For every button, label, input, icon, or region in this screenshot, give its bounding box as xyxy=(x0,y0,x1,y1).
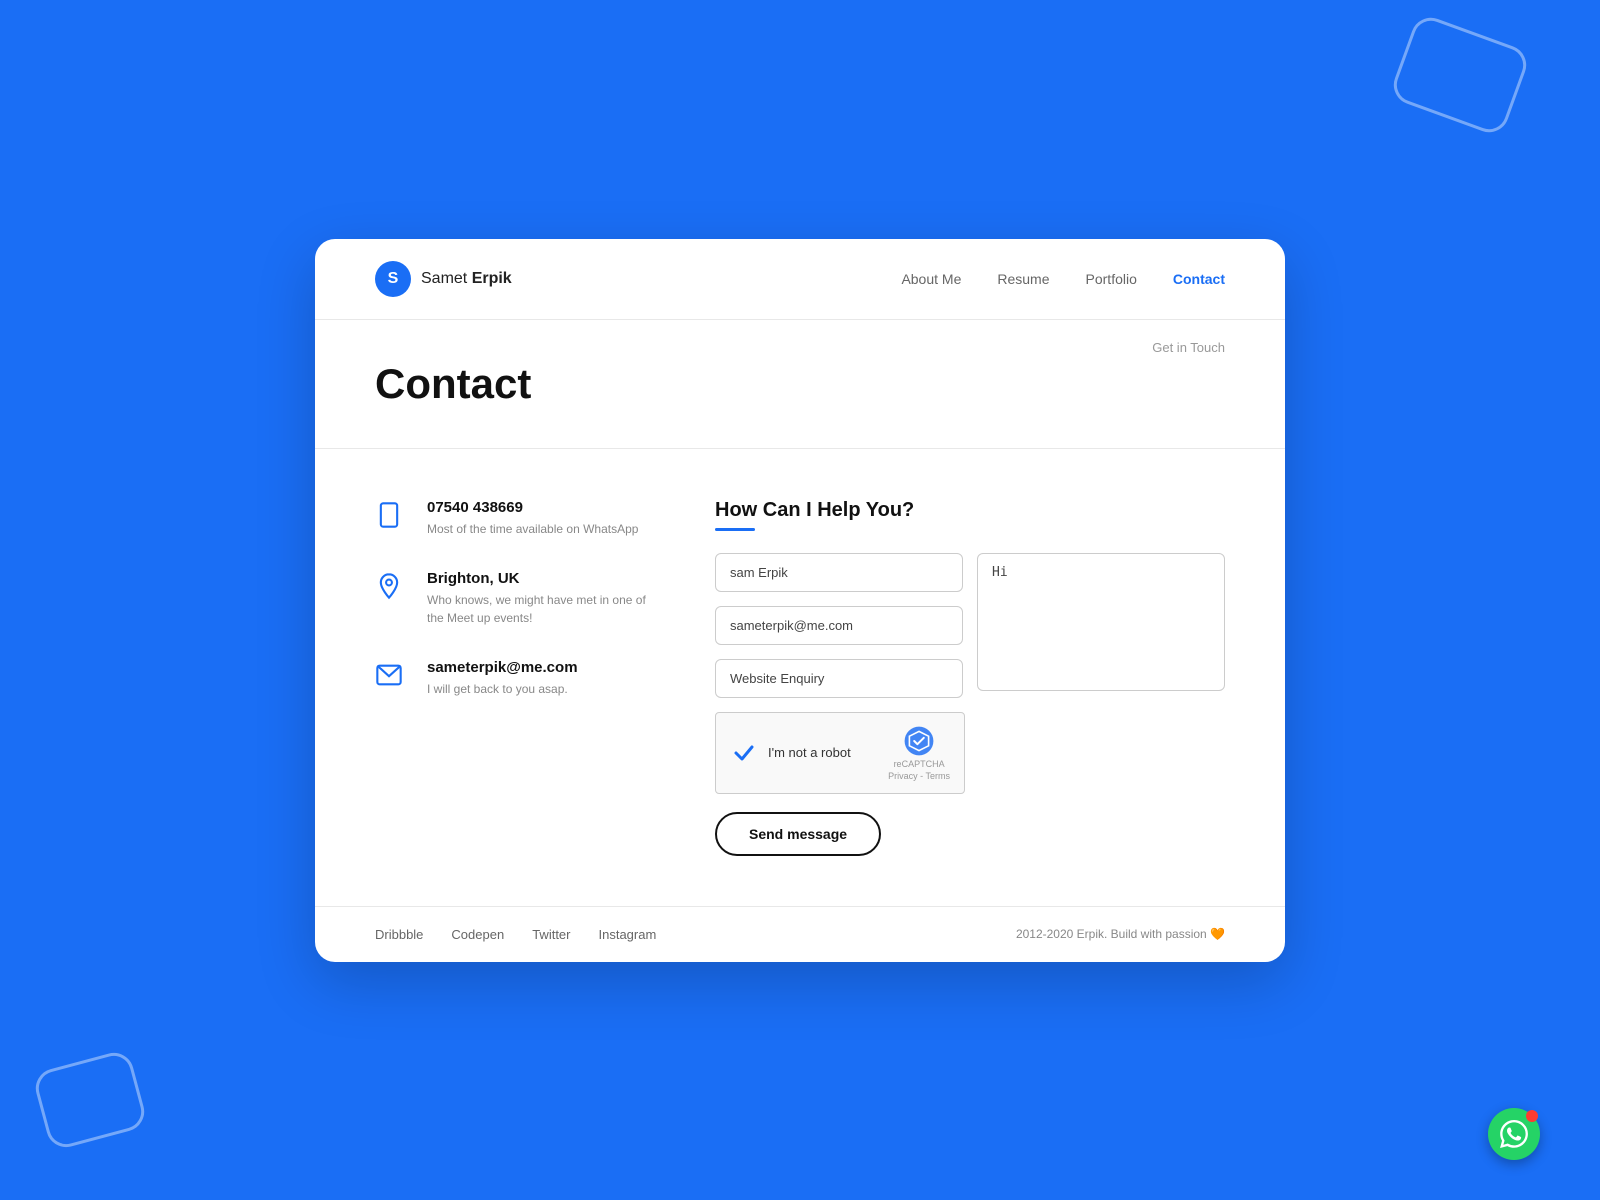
recaptcha-label: I'm not a robot xyxy=(768,745,851,760)
nav-about[interactable]: About Me xyxy=(901,271,961,287)
main-content: 07540 438669 Most of the time available … xyxy=(315,449,1285,906)
email-icon xyxy=(375,661,411,697)
logo-initial: S xyxy=(388,270,399,288)
phone-sub: Most of the time available on WhatsApp xyxy=(427,520,638,538)
whatsapp-icon xyxy=(1500,1120,1528,1148)
logo-first: Samet xyxy=(421,270,472,287)
logo-circle: S xyxy=(375,261,411,297)
nav-resume[interactable]: Resume xyxy=(997,271,1049,287)
location-title: Brighton, UK xyxy=(427,570,655,587)
contact-email-item: sameterpik@me.com I will get back to you… xyxy=(375,659,655,698)
nav-links: About Me Resume Portfolio Contact xyxy=(901,271,1225,287)
nav-portfolio[interactable]: Portfolio xyxy=(1086,271,1137,287)
message-textarea[interactable]: Hi xyxy=(977,553,1225,691)
footer-twitter[interactable]: Twitter xyxy=(532,927,570,942)
phone-number: 07540 438669 xyxy=(427,499,638,516)
form-main-row: Hi xyxy=(715,553,1225,698)
email-sub: I will get back to you asap. xyxy=(427,680,578,698)
contact-location-details: Brighton, UK Who knows, we might have me… xyxy=(427,570,655,627)
recaptcha-checkmark xyxy=(730,739,758,767)
whatsapp-fab[interactable] xyxy=(1488,1108,1540,1160)
footer-codepen[interactable]: Codepen xyxy=(451,927,504,942)
location-icon xyxy=(375,572,411,608)
email-address: sameterpik@me.com xyxy=(427,659,578,676)
bg-decoration-tr xyxy=(1388,12,1532,138)
contact-phone-details: 07540 438669 Most of the time available … xyxy=(427,499,638,538)
main-card: S Samet Erpik About Me Resume Portfolio … xyxy=(315,239,1285,962)
contact-location-item: Brighton, UK Who knows, we might have me… xyxy=(375,570,655,627)
recaptcha-branding: reCAPTCHA xyxy=(894,759,945,769)
form-left-col xyxy=(715,553,963,698)
subject-input[interactable] xyxy=(715,659,963,698)
email-input[interactable] xyxy=(715,606,963,645)
contact-info-panel: 07540 438669 Most of the time available … xyxy=(375,499,655,856)
form-heading: How Can I Help You? xyxy=(715,499,1225,522)
page-title: Contact xyxy=(375,360,1225,408)
location-sub: Who knows, we might have met in one of t… xyxy=(427,591,655,627)
bg-decoration-bl xyxy=(31,1048,148,1151)
breadcrumb: Get in Touch xyxy=(1152,340,1225,355)
footer: Dribbble Codepen Twitter Instagram 2012-… xyxy=(315,906,1285,962)
footer-dribbble[interactable]: Dribbble xyxy=(375,927,423,942)
contact-phone-item: 07540 438669 Most of the time available … xyxy=(375,499,655,538)
hero-section: Get in Touch Contact xyxy=(315,320,1285,449)
recaptcha-policy: Privacy - Terms xyxy=(888,771,950,781)
contact-form-panel: How Can I Help You? Hi xyxy=(715,499,1225,856)
recaptcha-right: reCAPTCHA Privacy - Terms xyxy=(888,725,950,781)
whatsapp-badge xyxy=(1526,1110,1538,1122)
form-heading-underline xyxy=(715,528,755,531)
contact-email-details: sameterpik@me.com I will get back to you… xyxy=(427,659,578,698)
logo[interactable]: S Samet Erpik xyxy=(375,261,512,297)
phone-icon xyxy=(375,501,411,537)
nav-contact[interactable]: Contact xyxy=(1173,271,1225,287)
send-button[interactable]: Send message xyxy=(715,812,881,856)
footer-links: Dribbble Codepen Twitter Instagram xyxy=(375,927,656,942)
form-right-col: Hi xyxy=(977,553,1225,698)
logo-last: Erpik xyxy=(472,270,512,287)
recaptcha-widget[interactable]: I'm not a robot reCAPTCHA Privacy - Term… xyxy=(715,712,965,794)
navbar: S Samet Erpik About Me Resume Portfolio … xyxy=(315,239,1285,320)
footer-copyright: 2012-2020 Erpik. Build with passion 🧡 xyxy=(1016,927,1225,941)
name-input[interactable] xyxy=(715,553,963,592)
footer-instagram[interactable]: Instagram xyxy=(599,927,657,942)
recaptcha-left: I'm not a robot xyxy=(730,739,851,767)
logo-name: Samet Erpik xyxy=(421,270,512,288)
